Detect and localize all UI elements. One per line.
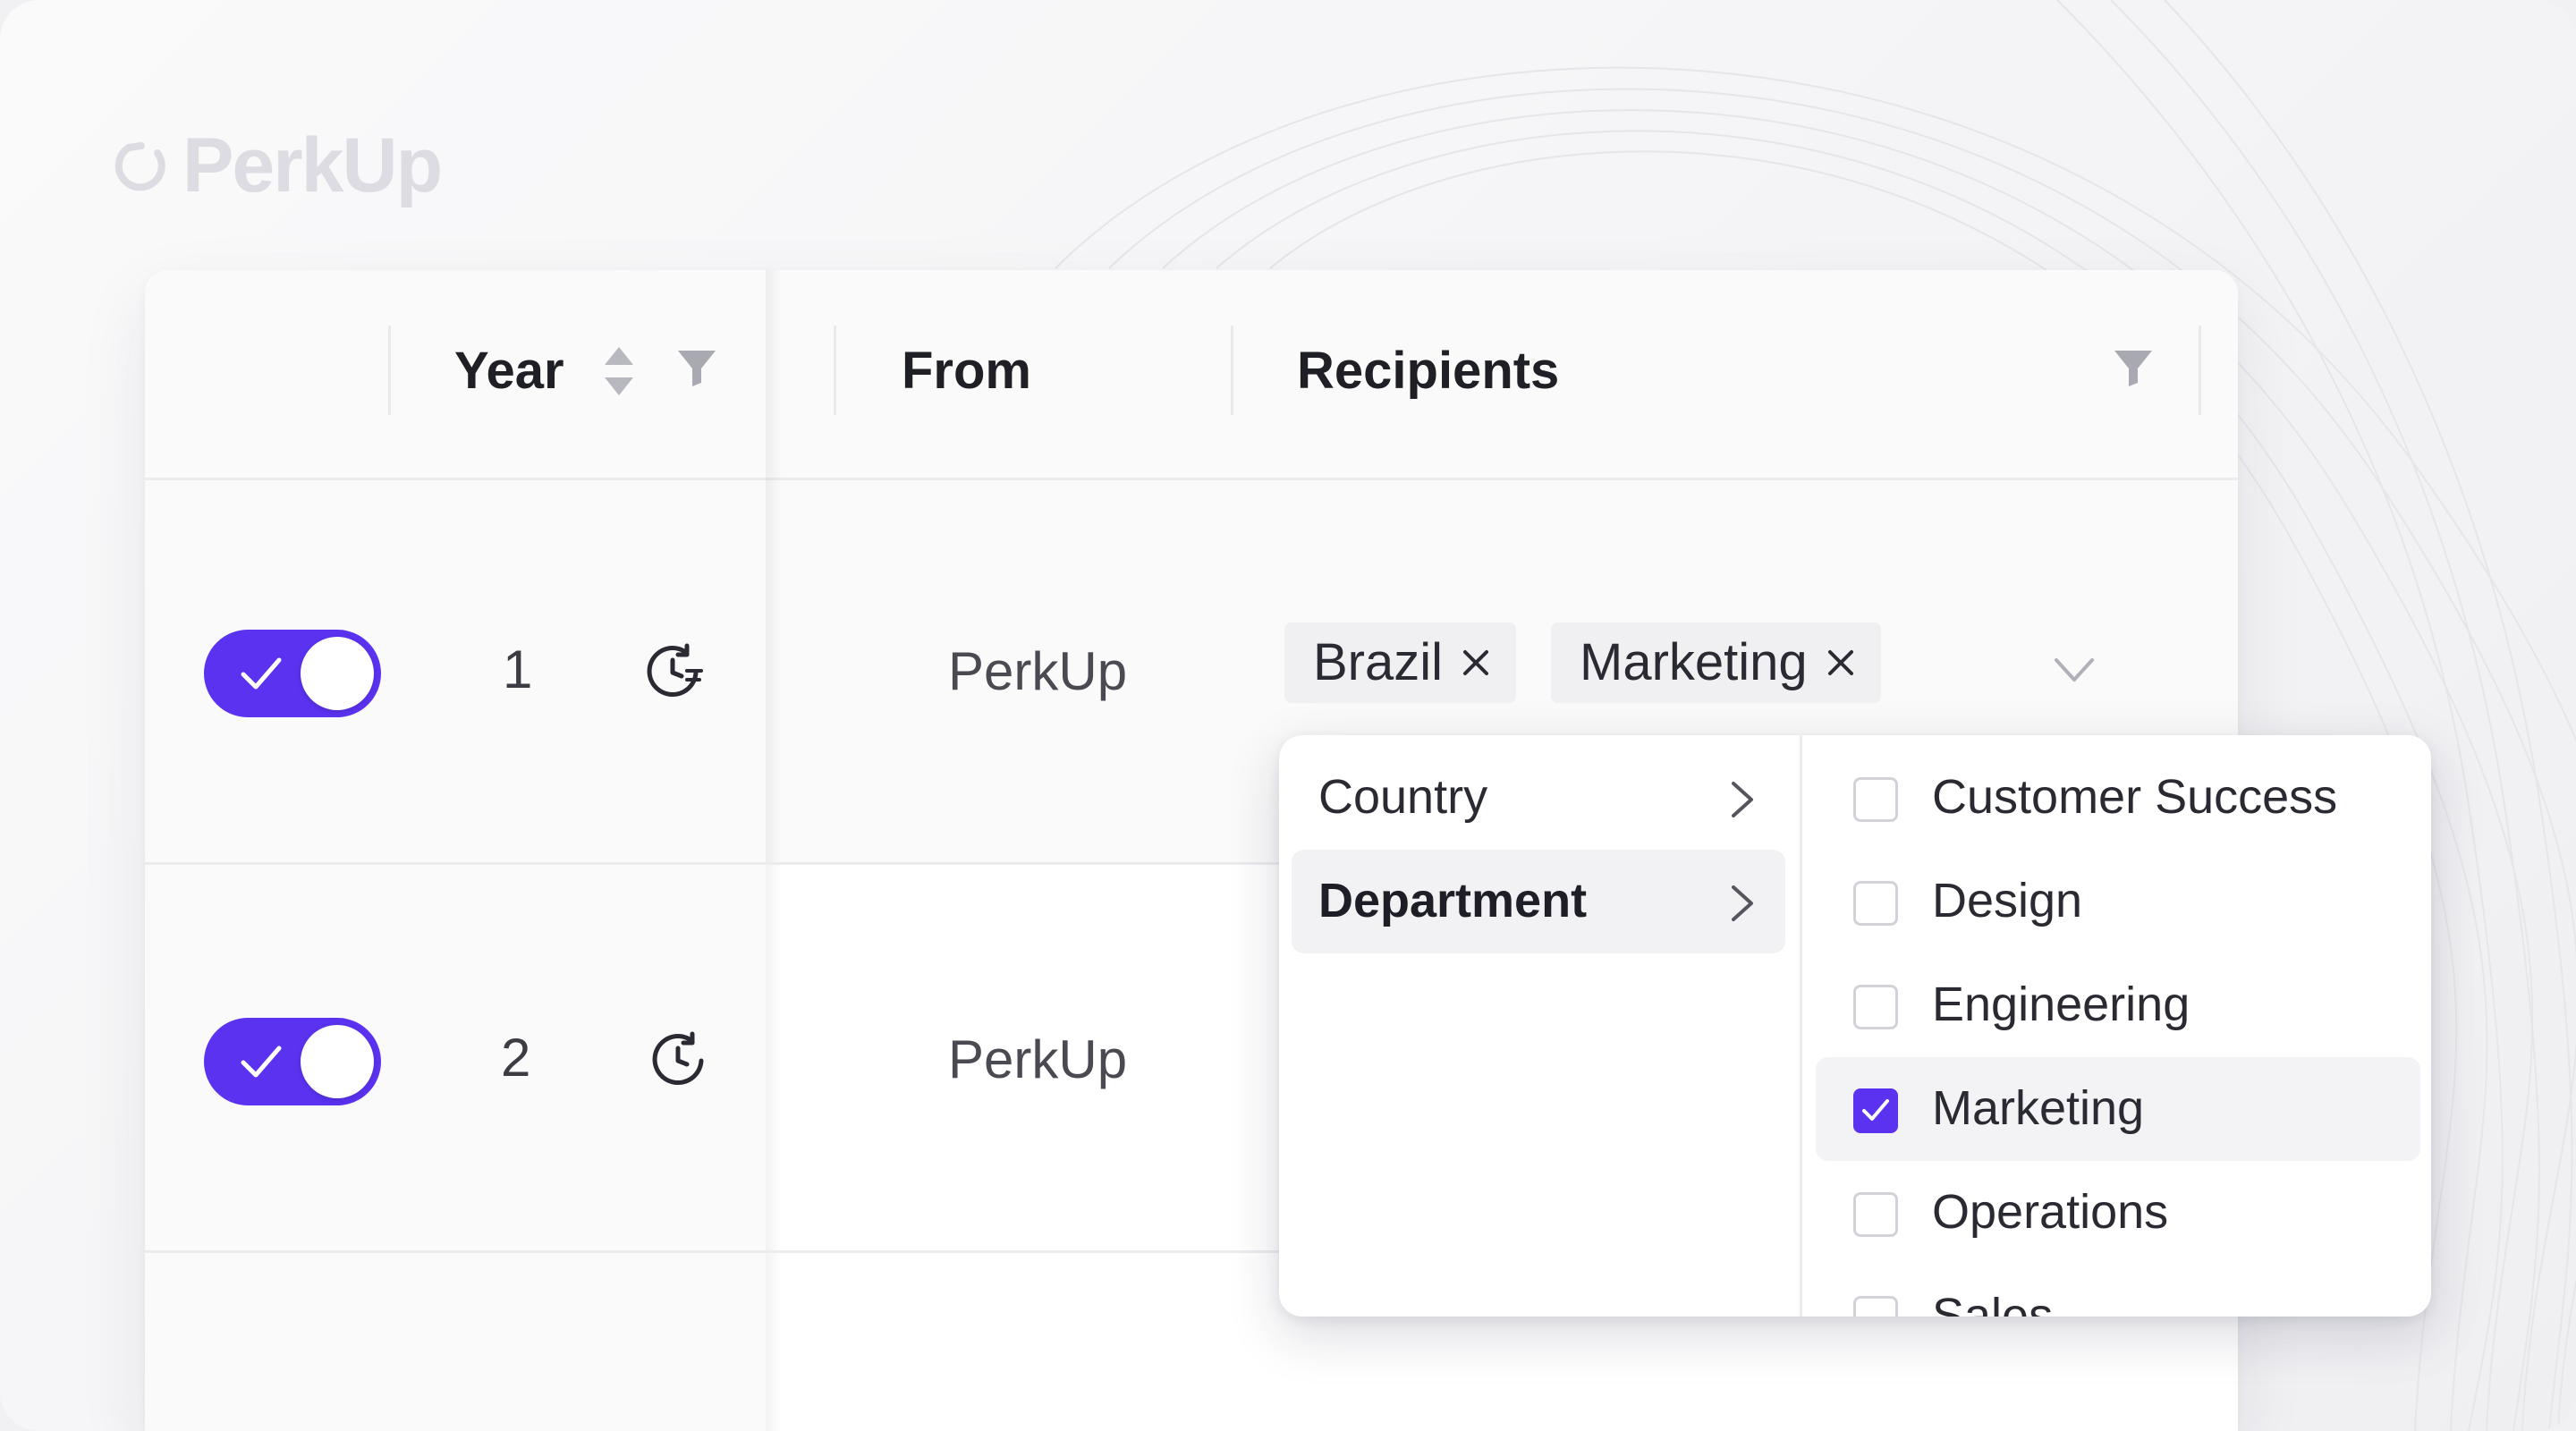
- chevron-down-icon[interactable]: [2054, 656, 2095, 683]
- table-header: Year From Recipients: [145, 270, 2238, 480]
- column-header-year[interactable]: Year: [454, 340, 564, 402]
- recipient-tag-marketing: Marketing: [1551, 622, 1881, 703]
- header-separator: [388, 326, 391, 415]
- tag-label: Marketing: [1580, 633, 1808, 691]
- header-separator: [834, 326, 836, 415]
- chevron-right-icon: [1732, 782, 1753, 817]
- option-engineering[interactable]: Engineering: [1816, 953, 2420, 1057]
- filter-icon[interactable]: [2113, 347, 2154, 388]
- option-label: Design: [1932, 874, 2083, 927]
- check-icon: [1862, 1099, 1889, 1121]
- option-label: Engineering: [1932, 978, 2190, 1031]
- option-sales[interactable]: Sales: [1816, 1265, 2420, 1317]
- option-label: Marketing: [1932, 1081, 2145, 1135]
- check-icon: [241, 1046, 282, 1078]
- tag-label: Brazil: [1313, 633, 1444, 691]
- close-icon[interactable]: [1462, 649, 1489, 676]
- checkbox[interactable]: [1853, 1296, 1898, 1317]
- category-label: Country: [1318, 770, 1488, 824]
- check-icon: [241, 657, 282, 690]
- option-operations[interactable]: Operations: [1816, 1161, 2420, 1265]
- checkbox-checked[interactable]: [1853, 1088, 1898, 1133]
- column-header-from: From: [902, 342, 1031, 400]
- option-label: Customer Success: [1932, 770, 2338, 824]
- clock-repeat-icon[interactable]: [648, 1029, 710, 1091]
- clock-repeat-icon[interactable]: [642, 640, 705, 703]
- department-options: Customer Success Design Engineering Mark…: [1803, 735, 2431, 1317]
- row-1-from: PerkUp: [948, 641, 1128, 701]
- option-design[interactable]: Design: [1816, 850, 2420, 953]
- checkbox[interactable]: [1853, 1192, 1898, 1237]
- checkbox[interactable]: [1853, 985, 1898, 1029]
- option-label: Operations: [1932, 1185, 2169, 1239]
- filter-icon[interactable]: [676, 347, 717, 388]
- category-label: Department: [1318, 874, 1588, 927]
- option-marketing[interactable]: Marketing: [1816, 1057, 2420, 1161]
- checkbox[interactable]: [1853, 881, 1898, 926]
- perkup-logo-icon: [114, 141, 165, 191]
- close-icon[interactable]: [1827, 649, 1854, 676]
- checkbox[interactable]: [1853, 777, 1898, 822]
- row-2-year: 2: [501, 1028, 531, 1088]
- toggle-knob: [301, 1025, 374, 1098]
- fixed-column-shadow: [766, 270, 782, 1431]
- category-menu: Country Department: [1279, 735, 1802, 1317]
- category-item-country[interactable]: Country: [1292, 746, 1785, 850]
- app-canvas: PerkUp Year From Recipients 1 PerkUp 2 P…: [0, 0, 2576, 1431]
- sort-icon[interactable]: [601, 343, 637, 399]
- recipients-cascader-dropdown: Country Department Customer Success Desi…: [1279, 735, 2431, 1317]
- toggle-knob: [301, 637, 374, 710]
- chevron-right-icon: [1732, 885, 1753, 921]
- header-separator: [2199, 326, 2201, 415]
- row-2-enabled-toggle[interactable]: [204, 1018, 381, 1105]
- row-1-enabled-toggle[interactable]: [204, 630, 381, 717]
- option-customer-success[interactable]: Customer Success: [1816, 746, 2420, 850]
- option-label: Sales: [1932, 1289, 2054, 1317]
- row-2-from: PerkUp: [948, 1029, 1128, 1089]
- brand-name: PerkUp: [182, 123, 443, 208]
- category-item-department[interactable]: Department: [1292, 850, 1785, 953]
- column-header-recipients: Recipients: [1297, 342, 1560, 400]
- recipient-tag-brazil: Brazil: [1284, 622, 1517, 703]
- brand-logo: PerkUp: [111, 122, 443, 210]
- header-separator: [1231, 326, 1233, 415]
- row-1-year: 1: [503, 639, 533, 699]
